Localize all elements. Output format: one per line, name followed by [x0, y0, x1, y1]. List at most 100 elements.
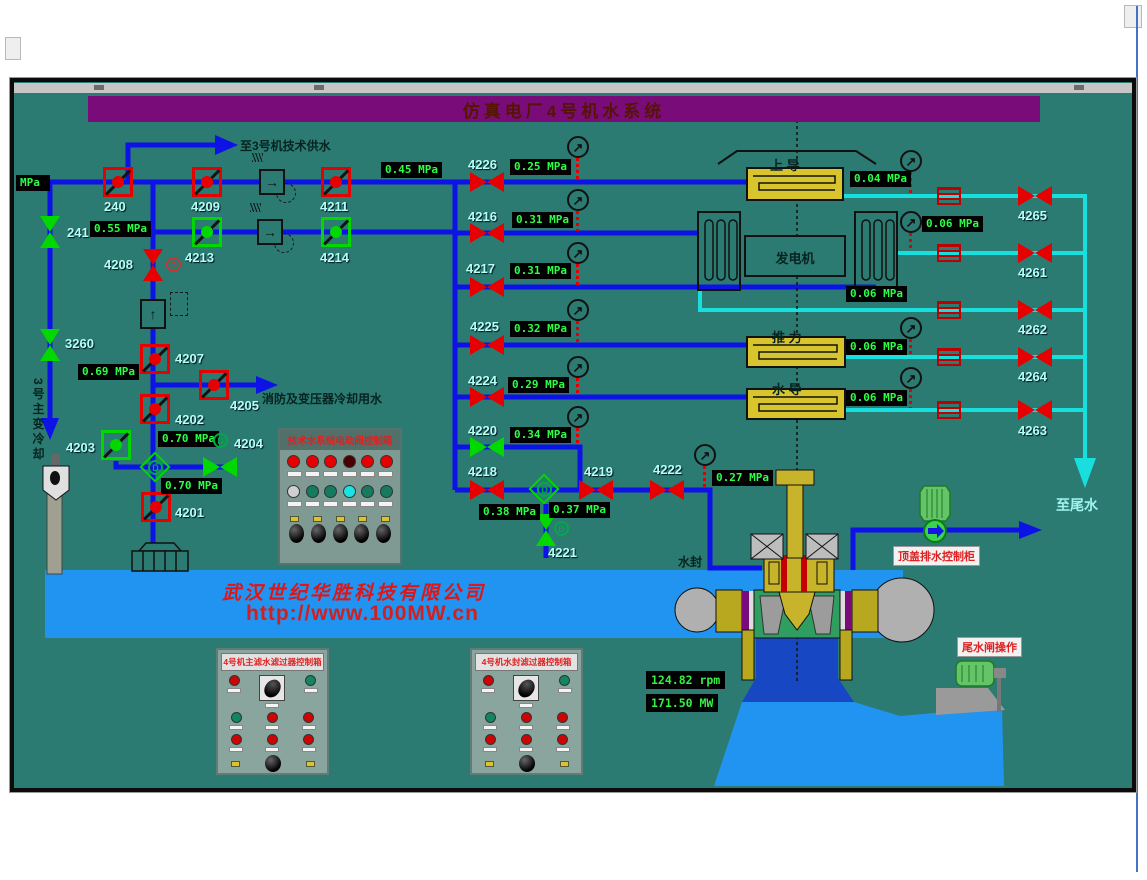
label-plate: [519, 703, 533, 708]
valve-3260-icon[interactable]: [40, 329, 60, 361]
panel-title: 4号机主滤水滤过器控制箱: [221, 653, 324, 671]
label-plate: [483, 747, 497, 752]
knob-scale: [560, 761, 569, 767]
indicator-light: [306, 485, 319, 498]
valve-241-icon[interactable]: [40, 216, 60, 248]
tailrace-water: [714, 702, 1004, 786]
valve-4218-icon[interactable]: [470, 480, 504, 500]
pump-4207-icon[interactable]: [140, 344, 170, 374]
pressure-4216: 0.31 MPa: [512, 212, 573, 228]
pressure-water-guide: 0.06 MPa: [846, 390, 907, 406]
selector-switch[interactable]: [259, 675, 285, 701]
knob-scale: [336, 516, 345, 522]
valve-4219-icon[interactable]: [579, 480, 613, 500]
valve-tag: 4264: [1018, 369, 1047, 384]
label-plate: [342, 501, 357, 507]
pressure-4217: 0.31 MPa: [510, 263, 571, 279]
panel-title: 4号机水封滤过器控制箱: [475, 653, 578, 671]
pump-4211-icon[interactable]: [321, 167, 351, 197]
control-knob[interactable]: [289, 524, 304, 543]
valve-4261-icon[interactable]: [1018, 243, 1052, 263]
valve-tag: 4220: [468, 423, 497, 438]
indicator-light: [231, 734, 242, 745]
pump-4201-icon[interactable]: [141, 492, 171, 522]
valve-4216-icon[interactable]: [470, 223, 504, 243]
pressure-4204: 0.70 MPa: [158, 431, 219, 447]
tailwater-gate-machinery: [936, 661, 1006, 715]
label-plate: [481, 688, 495, 693]
label-plate: [265, 747, 279, 752]
window-title-strip: [14, 83, 1132, 93]
control-knob[interactable]: [265, 755, 281, 772]
label-plate: [302, 725, 316, 730]
pressure-gauge-icon: ↗: [567, 299, 589, 321]
pump-240-icon[interactable]: [103, 167, 133, 197]
pump-4203-icon[interactable]: [101, 430, 131, 460]
knob-scale: [313, 516, 322, 522]
valve-4225-icon[interactable]: [470, 335, 504, 355]
upper-bearing-label: 上 导: [770, 155, 800, 174]
indicator-light: [380, 485, 393, 498]
filter-icon[interactable]: →: [257, 219, 283, 245]
valve-4217-icon[interactable]: [470, 277, 504, 297]
valve-tag: 241: [67, 225, 89, 240]
tech-water-control-panel: 技术水系统电动阀控制箱: [278, 428, 402, 565]
valve-4220-icon[interactable]: [470, 437, 504, 457]
label-plate: [229, 747, 243, 752]
valve-4265-icon[interactable]: [1018, 186, 1052, 206]
selector-switch[interactable]: [513, 675, 539, 701]
valve-4204-icon[interactable]: [203, 457, 237, 477]
control-knob[interactable]: [376, 524, 391, 543]
valve-tag: 3260: [65, 336, 94, 351]
pump-4209-icon[interactable]: [192, 167, 222, 197]
water-seal-label: 水封: [678, 553, 702, 570]
tailwater-gate-op-label[interactable]: 尾水闸操作: [957, 637, 1022, 657]
valve-tag: 4214: [320, 250, 349, 265]
pump-4205-icon[interactable]: [199, 370, 229, 400]
pump-4213-icon[interactable]: [192, 217, 222, 247]
main-filter-control-panel: 4号机主滤水滤过器控制箱: [216, 648, 329, 775]
valve-4208-icon[interactable]: [143, 249, 163, 281]
valve-tag: 4262: [1018, 322, 1047, 337]
pressure-4224: 0.29 MPa: [508, 377, 569, 393]
label-plate: [323, 501, 338, 507]
signal-squiggle-icon: [250, 203, 261, 212]
pump-4202-icon[interactable]: [140, 394, 170, 424]
valve-tag: 4201: [175, 505, 204, 520]
flow-check-icon[interactable]: ↑: [140, 299, 166, 329]
valve-4222-icon[interactable]: [650, 480, 684, 500]
control-knob[interactable]: [333, 524, 348, 543]
pump-4214-icon[interactable]: [321, 217, 351, 247]
valve-tag: 4222: [653, 462, 682, 477]
d-indicator-icon: D: [554, 521, 569, 536]
valve-tag: 4209: [191, 199, 220, 214]
valve-4226-icon[interactable]: [470, 172, 504, 192]
valve-4262-icon[interactable]: [1018, 300, 1052, 320]
indicator-light: [361, 455, 374, 468]
top-cover-drain-cabinet-label[interactable]: 顶盖排水控制柜: [893, 546, 980, 566]
indicator-light: [557, 712, 568, 723]
valve-4224-icon[interactable]: [470, 387, 504, 407]
label-plate: [287, 501, 302, 507]
flow-indicator-icon: [937, 187, 961, 205]
control-knob[interactable]: [354, 524, 369, 543]
pressure-4218: 0.38 MPa: [479, 504, 540, 520]
label-plate: [556, 747, 570, 752]
filter-icon[interactable]: →: [259, 169, 285, 195]
valve-tag: 4221: [548, 545, 577, 560]
valve-4263-icon[interactable]: [1018, 400, 1052, 420]
valve-tag: 4265: [1018, 208, 1047, 223]
valve-4264-icon[interactable]: [1018, 347, 1052, 367]
control-knob[interactable]: [311, 524, 326, 543]
knob-scale: [231, 761, 240, 767]
label-plate: [483, 725, 497, 730]
indicator-light: [559, 675, 570, 686]
indicator-light: [521, 712, 532, 723]
pressure-gauge-icon: ↗: [567, 136, 589, 158]
valve-tag: 240: [104, 199, 126, 214]
control-knob[interactable]: [519, 755, 535, 772]
company-url[interactable]: http://www.100MW.cn: [246, 602, 479, 626]
pressure-upper-bearing: 0.04 MPa: [850, 171, 911, 187]
pressure-gauge-icon: ↗: [567, 242, 589, 264]
seal-filter-control-panel: 4号机水封滤过器控制箱: [470, 648, 583, 775]
